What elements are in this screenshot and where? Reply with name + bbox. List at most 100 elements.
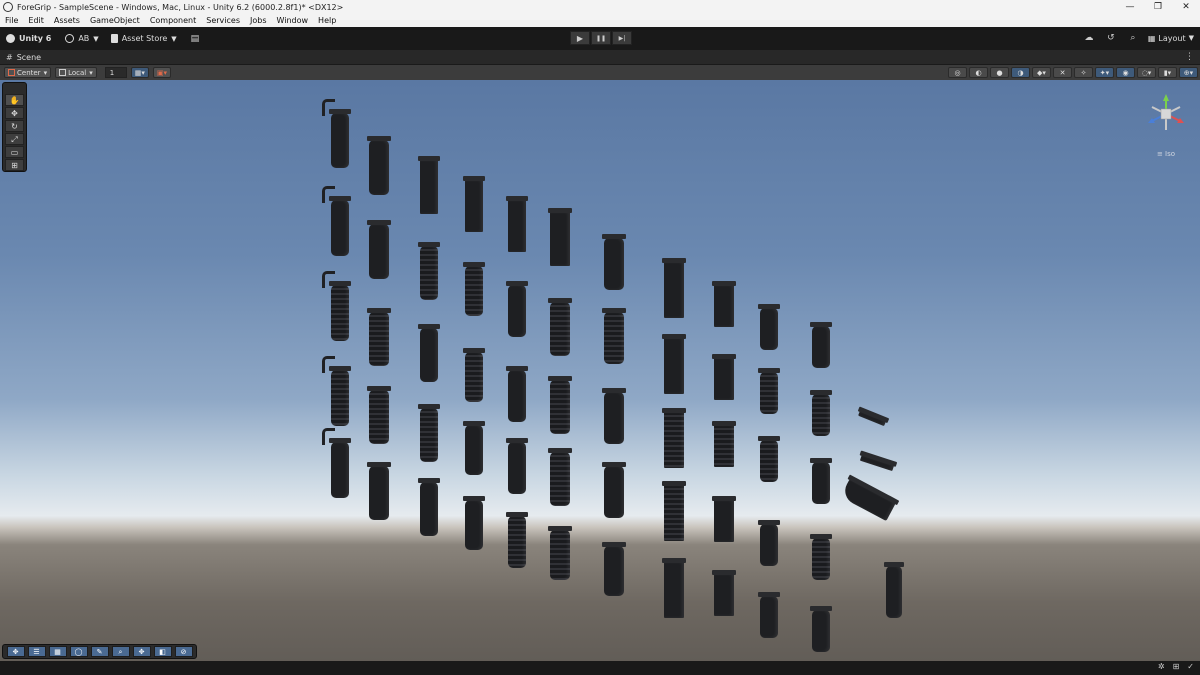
camera-dropdown[interactable]: ▮▾ <box>1158 67 1177 78</box>
lighting-icon[interactable]: ⊞ <box>1173 662 1180 671</box>
foregrip-model[interactable] <box>712 496 736 542</box>
foregrip-model[interactable] <box>758 592 780 638</box>
foregrip-model[interactable] <box>506 438 528 494</box>
foregrip-model[interactable] <box>418 404 440 462</box>
foregrip-model[interactable] <box>506 366 528 422</box>
menu-services[interactable]: Services <box>201 16 245 25</box>
foregrip-model[interactable] <box>463 262 485 316</box>
shaded-wire-button[interactable]: ◐ <box>969 67 988 78</box>
hand-tool-button[interactable]: ✋ <box>5 94 24 106</box>
foregrip-model[interactable] <box>506 512 528 568</box>
foregrip-model[interactable] <box>712 570 736 616</box>
foregrip-model[interactable] <box>758 368 780 414</box>
foregrip-rail-model[interactable] <box>859 454 895 472</box>
gizmo-visibility-dropdown[interactable]: ◌▾ <box>1137 67 1156 78</box>
grid-visibility-dropdown[interactable]: ▦▾ <box>130 67 149 78</box>
draw-mode-button[interactable]: ◎ <box>948 67 967 78</box>
unity-version-button[interactable]: Unity 6 <box>6 34 51 43</box>
foregrip-model[interactable] <box>506 281 528 337</box>
foregrip-model[interactable] <box>418 324 440 382</box>
foregrip-model[interactable] <box>758 520 780 566</box>
foregrip-model[interactable] <box>662 481 686 541</box>
foregrip-model[interactable] <box>548 298 572 356</box>
overlay-grid-button[interactable]: ▦ <box>48 646 67 657</box>
effects-dropdown[interactable]: ✦▾ <box>1095 67 1114 78</box>
more-options-icon[interactable]: ⋮ <box>1185 52 1194 62</box>
foregrip-model[interactable] <box>322 271 351 341</box>
step-button[interactable]: ▶| <box>612 31 632 45</box>
overlay-search-button[interactable]: ⌕ <box>111 646 130 657</box>
foregrip-rail-model[interactable] <box>858 410 886 427</box>
orientation-gizmo[interactable]: ≡ Iso <box>1144 92 1188 158</box>
projection-label[interactable]: ≡ Iso <box>1144 150 1188 158</box>
foregrip-model[interactable] <box>548 526 572 580</box>
history-icon[interactable]: ↺ <box>1104 31 1118 45</box>
overlay-tune-button[interactable]: ☰ <box>27 646 46 657</box>
overlay-move-button[interactable]: ✥ <box>6 646 25 657</box>
lighting-toggle[interactable]: ✧ <box>1074 67 1093 78</box>
foregrip-model[interactable] <box>367 220 391 279</box>
scene-viewport[interactable]: ✋ ✥ ↻ ⤢ ▭ ⊞ ≡ Iso ✥ ☰ ▦ ◯ ✎ ⌕ ✥ ◧ ⊘ <box>0 80 1200 661</box>
gizmos-dropdown[interactable]: ⊕▾ <box>1179 67 1198 78</box>
foregrip-model[interactable] <box>662 408 686 468</box>
foregrip-model[interactable] <box>810 534 832 580</box>
foregrip-model[interactable] <box>712 421 736 467</box>
close-button[interactable]: ✕ <box>1172 0 1200 14</box>
foregrip-model[interactable] <box>463 421 485 475</box>
menu-assets[interactable]: Assets <box>49 16 85 25</box>
cloud-icon[interactable]: ☁ <box>1082 31 1096 45</box>
foregrip-model[interactable] <box>810 390 832 436</box>
foregrip-model[interactable] <box>322 428 351 498</box>
foregrip-model[interactable] <box>602 388 626 444</box>
menu-edit[interactable]: Edit <box>23 16 49 25</box>
tab-scene[interactable]: # Scene <box>0 53 41 62</box>
foregrip-model[interactable] <box>322 186 351 256</box>
foregrip-model[interactable] <box>418 242 440 300</box>
foregrip-model[interactable] <box>463 496 485 550</box>
menu-component[interactable]: Component <box>145 16 201 25</box>
foregrip-model[interactable] <box>602 308 626 364</box>
render-mode-dropdown[interactable]: ◆▾ <box>1032 67 1051 78</box>
overlay-paint-button[interactable]: ✎ <box>90 646 109 657</box>
2d-toggle[interactable]: ✕ <box>1053 67 1072 78</box>
foregrip-model[interactable] <box>548 208 572 266</box>
foregrip-model[interactable] <box>662 558 686 618</box>
foregrip-model[interactable] <box>322 356 351 426</box>
minimize-button[interactable]: — <box>1116 0 1144 14</box>
foregrip-model[interactable] <box>506 196 528 252</box>
foregrip-model[interactable] <box>662 258 686 318</box>
foregrip-model[interactable] <box>810 322 832 368</box>
maximize-button[interactable]: ❐ <box>1144 0 1172 14</box>
pause-button[interactable]: ❚❚ <box>591 31 611 45</box>
foregrip-model[interactable] <box>367 136 391 195</box>
foregrip-model[interactable] <box>322 99 351 168</box>
snapping-dropdown[interactable]: ▣▾ <box>152 67 172 78</box>
visibility-toggle[interactable]: ◉ <box>1116 67 1135 78</box>
foregrip-model[interactable] <box>712 354 736 400</box>
foregrip-model[interactable] <box>367 386 391 444</box>
foregrip-model[interactable] <box>463 176 485 232</box>
foregrip-model[interactable] <box>367 308 391 366</box>
menu-file[interactable]: File <box>0 16 23 25</box>
foregrip-model[interactable] <box>810 606 832 652</box>
foregrip-model[interactable] <box>884 562 904 618</box>
foregrip-model[interactable] <box>548 448 572 506</box>
foregrip-model[interactable] <box>758 436 780 482</box>
foregrip-model[interactable] <box>463 348 485 402</box>
foregrip-model[interactable] <box>602 462 626 518</box>
foregrip-model[interactable] <box>602 234 626 290</box>
foregrip-model[interactable] <box>418 156 440 214</box>
play-button[interactable]: ▶ <box>570 31 590 45</box>
move-tool-button[interactable]: ✥ <box>5 107 24 119</box>
rotate-tool-button[interactable]: ↻ <box>5 120 24 132</box>
foregrip-model[interactable] <box>662 334 686 394</box>
check-icon[interactable]: ✓ <box>1187 662 1194 671</box>
foregrip-model[interactable] <box>712 281 736 327</box>
asset-store-dropdown[interactable]: Asset Store ▼ <box>110 34 177 43</box>
menu-jobs[interactable]: Jobs <box>245 16 272 25</box>
foregrip-model[interactable] <box>548 376 572 434</box>
foregrip-model[interactable] <box>367 462 391 520</box>
shaded-button[interactable]: ● <box>990 67 1009 78</box>
rect-tool-button[interactable]: ▭ <box>5 146 24 158</box>
foregrip-model[interactable] <box>758 304 780 350</box>
